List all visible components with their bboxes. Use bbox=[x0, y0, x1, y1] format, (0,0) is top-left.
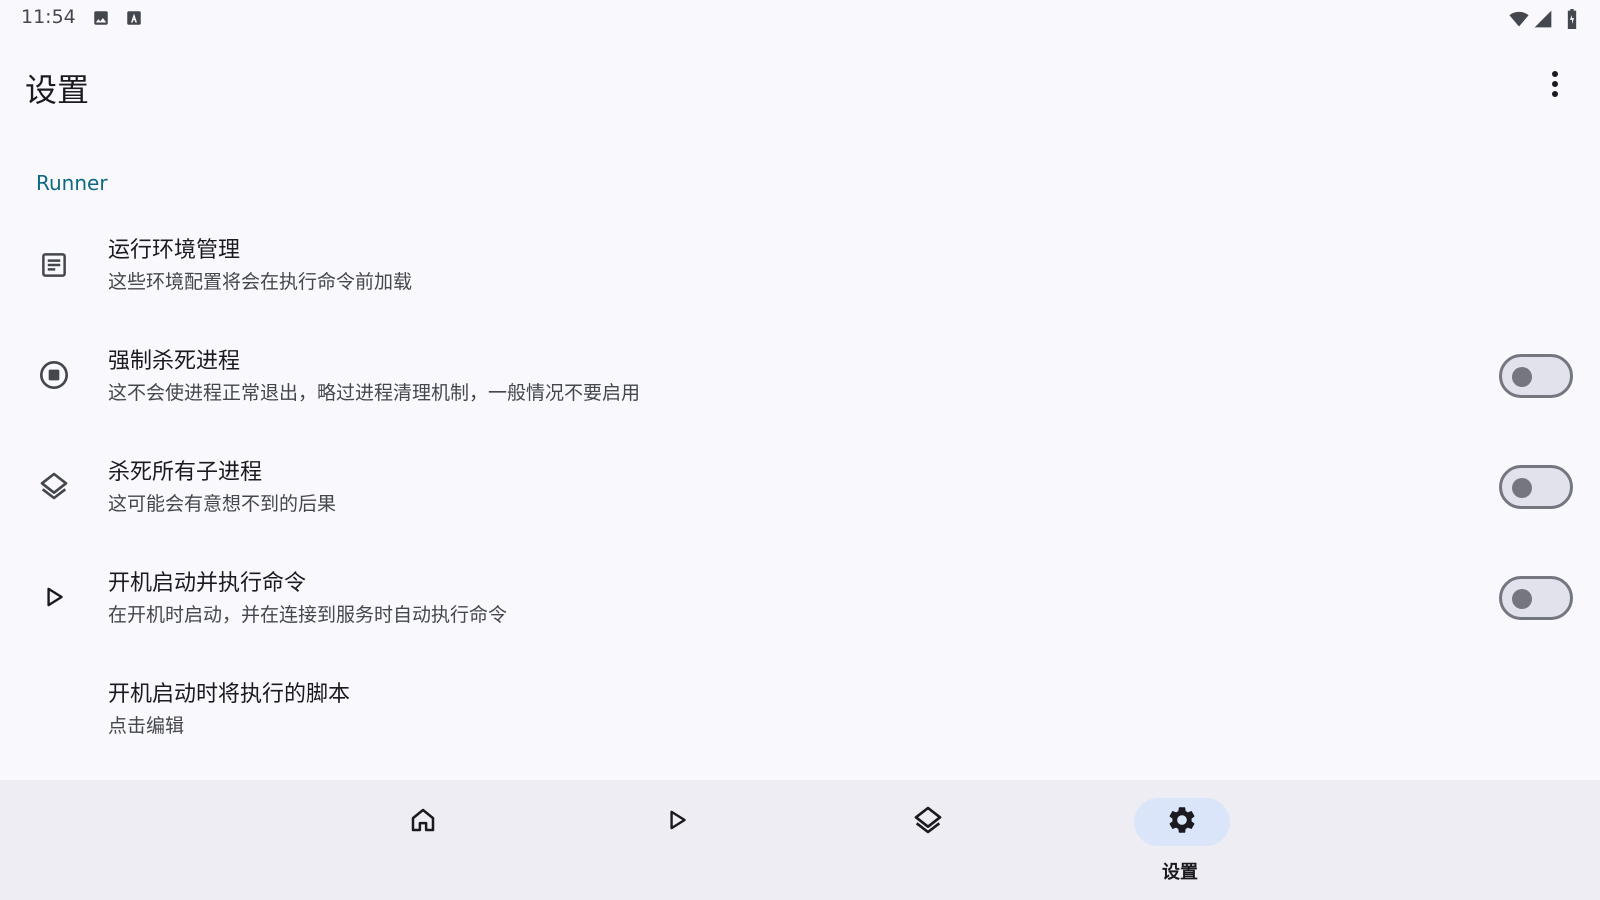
pref-title: 强制杀死进程 bbox=[108, 349, 241, 374]
switch-thumb bbox=[1512, 478, 1532, 498]
switch-thumb bbox=[1512, 367, 1532, 387]
nav-item-home[interactable] bbox=[356, 780, 486, 900]
pref-summary: 这不会使进程正常退出，略过进程清理机制，一般情况不要启用 bbox=[108, 382, 641, 404]
nav-pill bbox=[880, 798, 976, 846]
layers-icon bbox=[36, 468, 72, 504]
pref-summary: 点击编辑 bbox=[108, 715, 185, 737]
nav-item-layers[interactable] bbox=[861, 780, 991, 900]
signal-icon bbox=[1533, 9, 1553, 33]
pref-runtime-environment[interactable]: 运行环境管理 这些环境配置将会在执行命令前加载 bbox=[0, 210, 1600, 322]
pref-boot-script[interactable]: 开机启动时将执行的脚本 点击编辑 bbox=[0, 654, 1600, 766]
pref-force-kill-process[interactable]: 强制杀死进程 这不会使进程正常退出，略过进程清理机制，一般情况不要启用 bbox=[0, 321, 1600, 433]
play-icon bbox=[664, 807, 690, 837]
wifi-icon bbox=[1508, 9, 1530, 33]
nav-pill bbox=[629, 798, 725, 846]
pref-summary: 这些环境配置将会在执行命令前加载 bbox=[108, 271, 413, 293]
play-icon bbox=[36, 579, 72, 615]
stop-circle-icon bbox=[36, 357, 72, 393]
top-app-bar: 设置 bbox=[0, 50, 1600, 122]
nav-item-settings[interactable]: 设置 bbox=[1115, 780, 1245, 900]
home-icon bbox=[408, 805, 438, 839]
layers-icon bbox=[912, 804, 944, 840]
nav-pill-active bbox=[1134, 798, 1230, 846]
pref-kill-all-child-processes[interactable]: 杀死所有子进程 这可能会有意想不到的后果 bbox=[0, 432, 1600, 544]
pref-title: 开机启动并执行命令 bbox=[108, 571, 307, 596]
start-on-boot-switch[interactable] bbox=[1499, 576, 1573, 620]
page-title: 设置 bbox=[25, 71, 90, 109]
settings-gear-icon bbox=[1166, 804, 1198, 840]
pref-start-on-boot[interactable]: 开机启动并执行命令 在开机时启动，并在连接到服务时自动执行命令 bbox=[0, 543, 1600, 655]
pref-title: 杀死所有子进程 bbox=[108, 460, 263, 485]
bottom-navigation: 设置 bbox=[0, 780, 1600, 900]
force-kill-switch[interactable] bbox=[1499, 354, 1573, 398]
article-icon bbox=[36, 247, 72, 283]
nav-item-run[interactable] bbox=[610, 780, 740, 900]
pref-title: 运行环境管理 bbox=[108, 238, 241, 263]
keyboard-a-icon bbox=[125, 9, 143, 31]
status-time: 11:54 bbox=[21, 6, 76, 28]
pref-title: 开机启动时将执行的脚本 bbox=[108, 682, 351, 707]
pref-summary: 在开机时启动，并在连接到服务时自动执行命令 bbox=[108, 604, 508, 626]
section-header-runner: Runner bbox=[36, 171, 108, 195]
more-vert-icon bbox=[1551, 70, 1559, 102]
status-bar: 11:54 bbox=[0, 0, 1600, 38]
switch-thumb bbox=[1512, 589, 1532, 609]
pref-summary: 这可能会有意想不到的后果 bbox=[108, 493, 337, 515]
nav-label-settings: 设置 bbox=[1162, 862, 1198, 883]
kill-children-switch[interactable] bbox=[1499, 465, 1573, 509]
nav-pill bbox=[375, 798, 471, 846]
image-icon bbox=[92, 9, 110, 31]
more-options-button[interactable] bbox=[1538, 68, 1572, 104]
battery-icon bbox=[1566, 9, 1578, 33]
